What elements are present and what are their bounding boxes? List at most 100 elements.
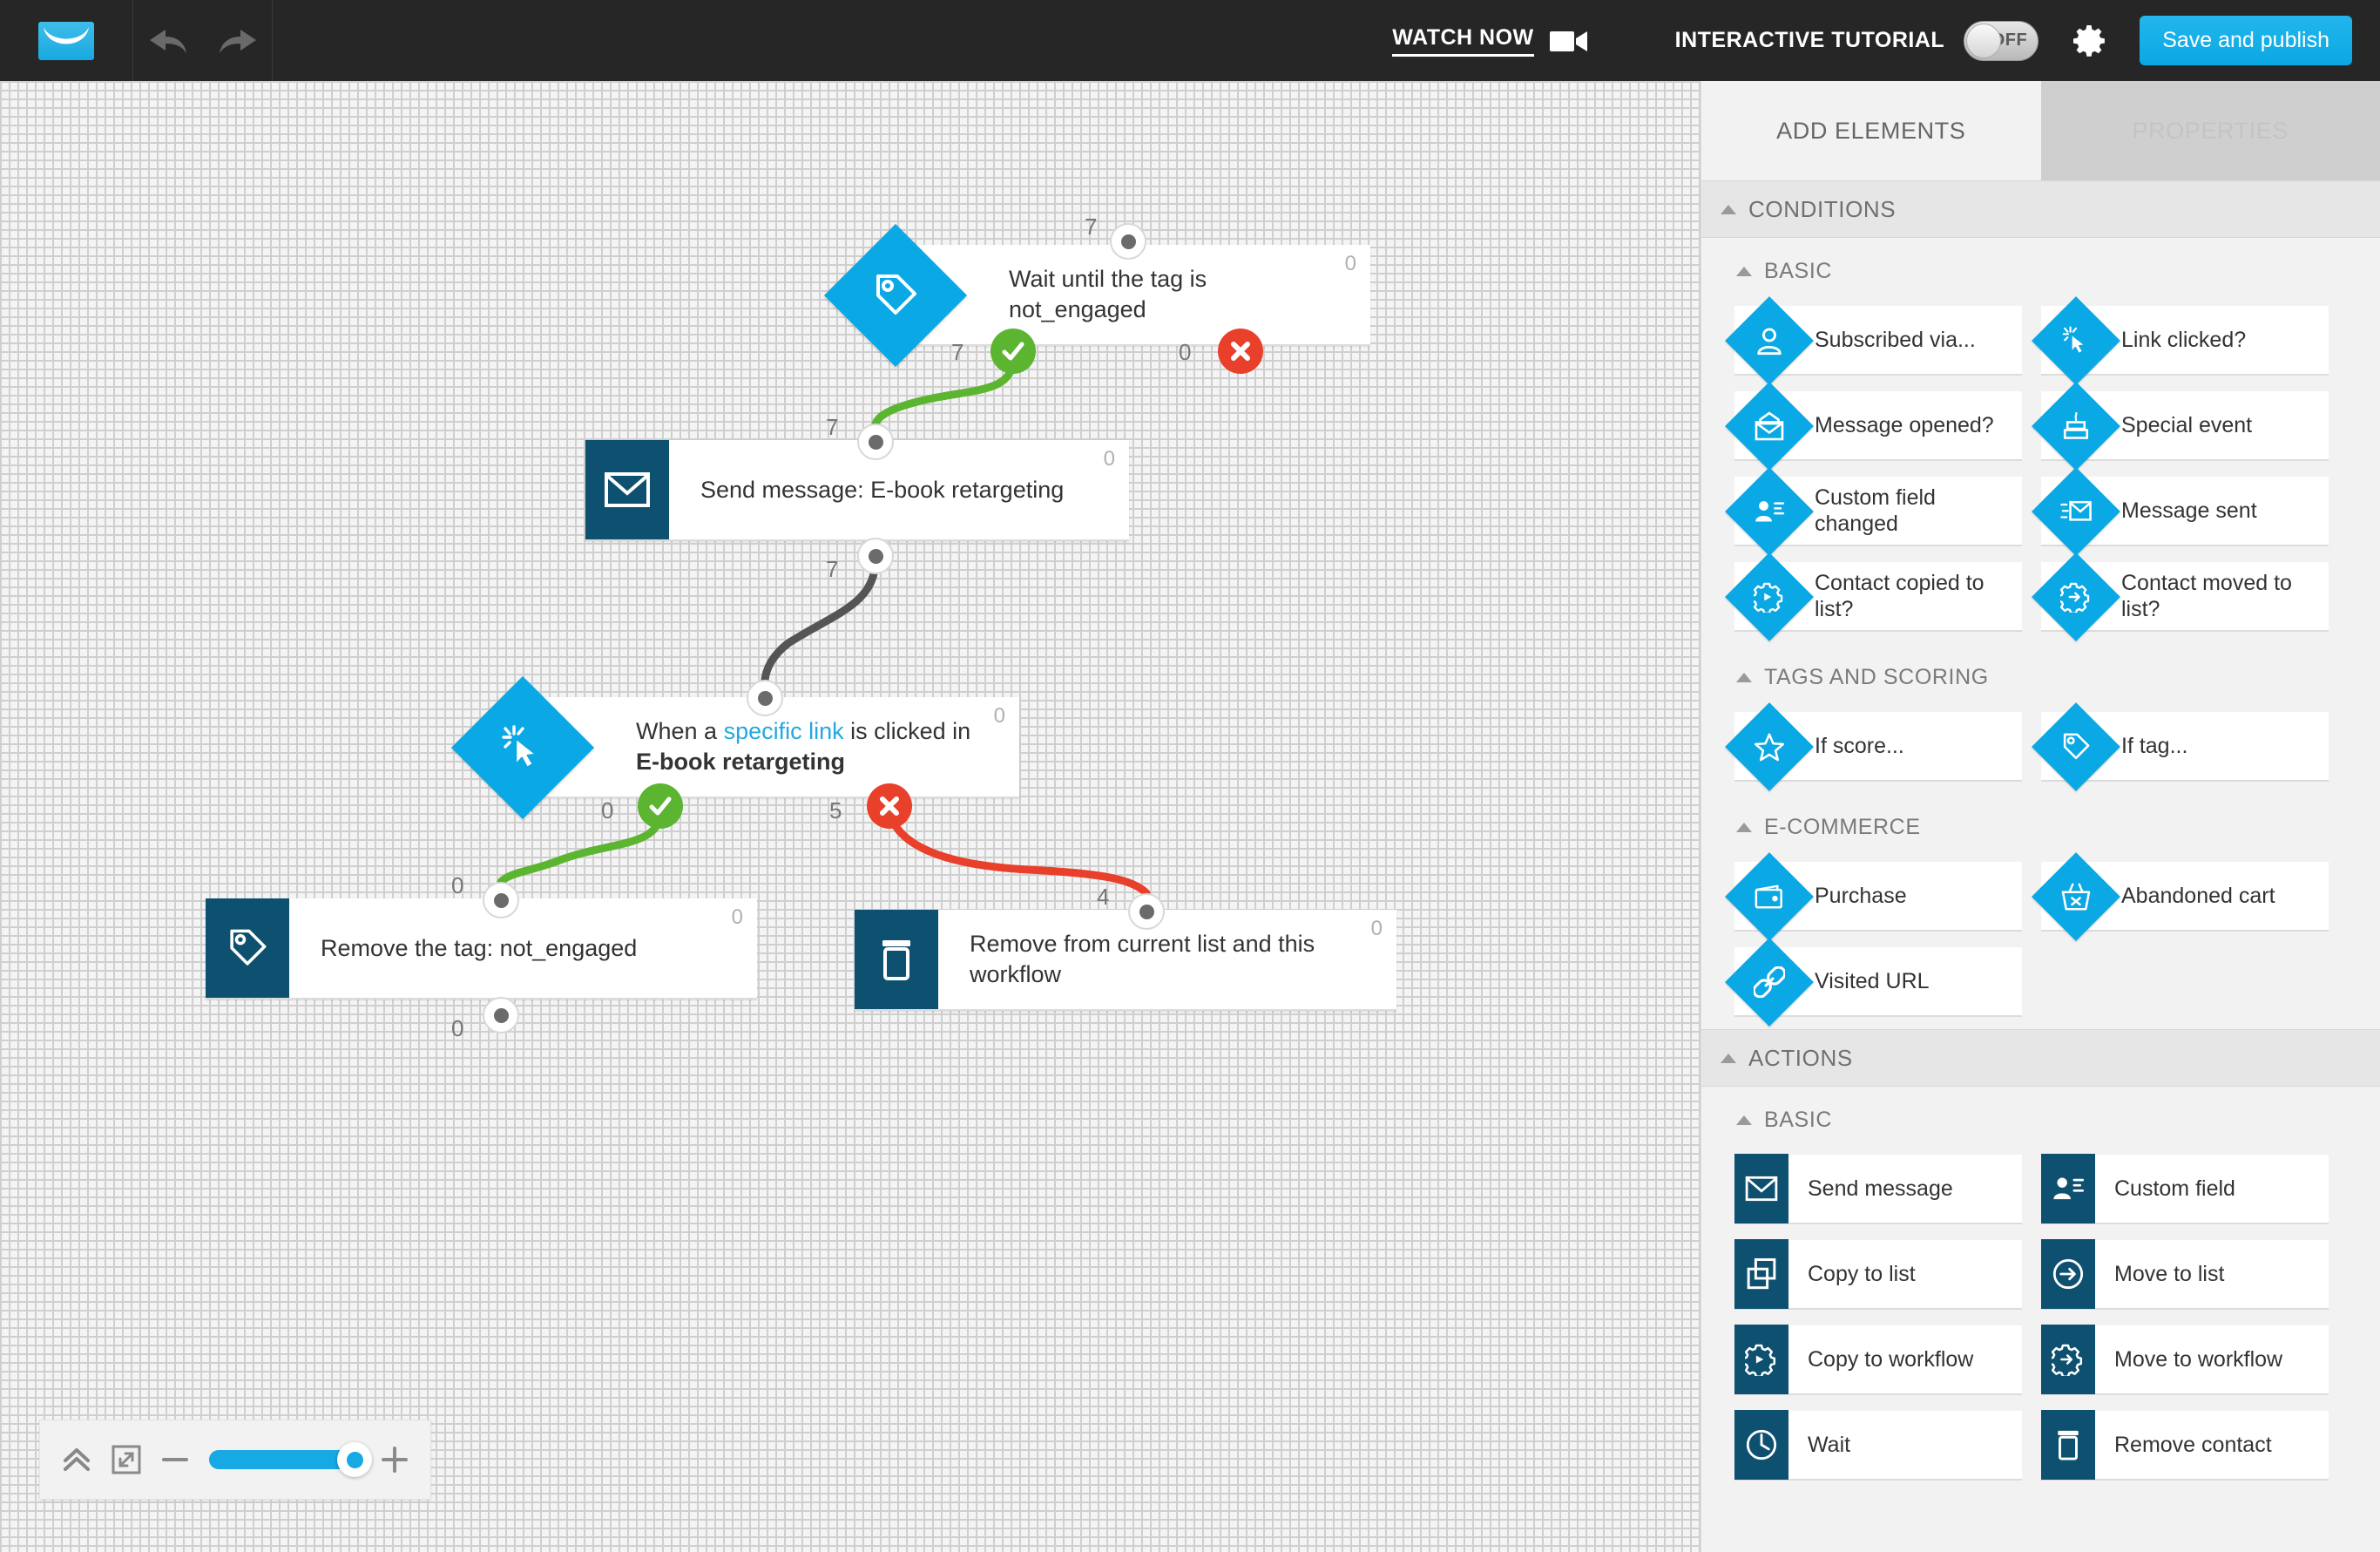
subsection-header-tags-and-scoring[interactable]: TAGS AND SCORING — [1701, 651, 2380, 703]
element-tile-contact-copied-to-list[interactable]: Contact copied to list? — [1725, 552, 2022, 641]
element-tile-message-opened[interactable]: Message opened? — [1725, 382, 2022, 471]
top-toolbar: WATCH NOW INTERACTIVE TUTORIAL OFF Save … — [0, 0, 2380, 81]
element-tile-label: Special event — [2121, 412, 2253, 437]
copy-icon — [1734, 1239, 1788, 1309]
node-label-part-3: is clicked in — [843, 718, 971, 745]
node-input-port[interactable] — [747, 680, 783, 716]
element-tile-move-to-list[interactable]: Move to list — [2041, 1239, 2329, 1310]
element-tile-label: Move to list — [2114, 1261, 2225, 1286]
element-tile-wait[interactable]: Wait — [1734, 1410, 2022, 1481]
element-tile-subscribed-via[interactable]: Subscribed via... — [1725, 296, 2022, 385]
edge-count-label: 7 — [826, 414, 839, 440]
element-tile-copy-to-list[interactable]: Copy to list — [1734, 1239, 2022, 1310]
element-tile-label: Message opened? — [1815, 412, 1994, 437]
grid-line-vertical — [612, 81, 613, 1552]
grid-line-vertical — [1521, 81, 1523, 1552]
workflow-node-remove-tag[interactable]: Remove the tag: not_engaged 0 — [206, 898, 757, 1000]
node-input-port[interactable] — [1128, 893, 1165, 930]
element-tile-copy-to-workflow[interactable]: Copy to workflow — [1734, 1325, 2022, 1395]
grid-line-vertical — [713, 81, 714, 1552]
subsection-header-basic[interactable]: BASIC — [1701, 245, 2380, 297]
tab-properties[interactable]: PROPERTIES — [2040, 81, 2380, 180]
no-branch-badge[interactable] — [867, 783, 912, 829]
node-output-port[interactable] — [483, 997, 519, 1034]
undo-arrow-icon[interactable] — [148, 26, 188, 56]
settings-gear-icon[interactable] — [2072, 24, 2106, 58]
element-tile-label: If tag... — [2121, 733, 2188, 758]
node-input-port[interactable] — [483, 882, 519, 918]
yes-branch-badge[interactable] — [991, 329, 1036, 374]
panel-scroll-area[interactable]: CONDITIONS BASIC Subscribed via... Link cli… — [1701, 180, 2380, 1552]
toggle-knob — [1966, 23, 2002, 58]
section-header-actions[interactable]: ACTIONS — [1701, 1029, 2380, 1087]
grid-line-horizontal — [0, 1118, 1700, 1120]
grid-line-horizontal — [0, 410, 1700, 412]
collapse-chevrons-icon[interactable] — [61, 1445, 92, 1474]
yes-branch-badge[interactable] — [638, 783, 683, 829]
workflow-node-remove-from-list[interactable]: Remove from current list and this workfl… — [855, 910, 1396, 1011]
element-tile-custom-field[interactable]: Custom field — [2041, 1154, 2329, 1224]
zoom-slider-knob[interactable] — [337, 1442, 372, 1477]
getresponse-logo[interactable] — [38, 21, 94, 60]
element-tile-message-sent[interactable]: Message sent — [2032, 467, 2329, 556]
grid-line-vertical — [106, 81, 108, 1552]
edge-count-label: 7 — [1085, 213, 1098, 240]
collapse-triangle-icon — [1736, 1115, 1752, 1125]
node-output-port[interactable] — [857, 538, 894, 574]
node-label: Send message: E-book retargeting — [700, 476, 1065, 503]
edge-count-label: 4 — [1097, 884, 1110, 910]
grid-line-horizontal — [0, 613, 1700, 614]
interactive-tutorial-toggle[interactable]: OFF — [1964, 20, 2039, 61]
subsection-header-basic[interactable]: BASIC — [1701, 1094, 2380, 1146]
cake-icon — [2032, 382, 2120, 471]
logo-cell[interactable] — [0, 0, 133, 81]
element-tile-label: Move to workflow — [2114, 1346, 2283, 1372]
elements-panel: ADD ELEMENTS PROPERTIES CONDITIONS BASIC S… — [1700, 81, 2380, 1552]
element-tile-if-score[interactable]: If score... — [1725, 702, 2022, 791]
workflow-canvas[interactable]: Wait until the tag is not_engaged 0 7 7 … — [0, 81, 1700, 1552]
video-camera-icon[interactable] — [1549, 28, 1588, 54]
element-tile-special-event[interactable]: Special event — [2032, 382, 2329, 471]
envelope-icon — [1734, 1154, 1788, 1223]
grid-line-horizontal — [0, 1522, 1700, 1524]
grid-line-vertical — [1622, 81, 1624, 1552]
zoom-slider[interactable] — [209, 1442, 372, 1477]
envelope-send-icon — [2032, 467, 2120, 556]
element-tile-purchase[interactable]: Purchase — [1725, 852, 2022, 941]
element-tile-link-clicked[interactable]: Link clicked? — [2032, 296, 2329, 385]
element-tile-move-to-workflow[interactable]: Move to workflow — [2041, 1325, 2329, 1395]
save-and-publish-button[interactable]: Save and publish — [2140, 16, 2352, 65]
grid-line-vertical — [814, 81, 815, 1552]
specific-link-text[interactable]: specific link — [724, 718, 844, 744]
workflow-node-send-message[interactable]: Send message: E-book retargeting 0 — [585, 440, 1129, 541]
element-tile-abandoned-cart[interactable]: Abandoned cart — [2032, 852, 2329, 941]
workflow-node-wait-tag[interactable]: Wait until the tag is not_engaged 0 — [823, 223, 1370, 368]
zoom-out-icon[interactable] — [160, 1455, 190, 1464]
fit-to-screen-icon[interactable] — [112, 1445, 141, 1474]
node-count: 0 — [1344, 252, 1356, 275]
gear-copy-icon — [1725, 552, 1814, 641]
node-input-port[interactable] — [1110, 223, 1146, 260]
tab-add-elements[interactable]: ADD ELEMENTS — [1701, 81, 2041, 180]
element-tile-visited-url[interactable]: Visited URL — [1725, 938, 2022, 1027]
watch-now-button[interactable]: WATCH NOW — [1392, 25, 1587, 57]
node-count: 0 — [993, 704, 1005, 728]
element-tile-custom-field-changed[interactable]: Custom field changed — [1725, 467, 2022, 556]
grid-line-vertical — [308, 81, 310, 1552]
redo-arrow-icon[interactable] — [218, 26, 258, 56]
node-label: Remove from current list and this workfl… — [970, 931, 1315, 987]
element-tile-send-message[interactable]: Send message — [1734, 1154, 2022, 1224]
grid-line-horizontal — [0, 1017, 1700, 1019]
zoom-in-icon[interactable] — [380, 1445, 409, 1474]
no-branch-badge[interactable] — [1218, 329, 1263, 374]
element-tile-remove-contact[interactable]: Remove contact — [2041, 1410, 2329, 1481]
element-tile-if-tag[interactable]: If tag... — [2032, 702, 2329, 791]
node-count: 0 — [1370, 917, 1383, 940]
section-header-conditions[interactable]: CONDITIONS — [1701, 180, 2380, 238]
element-tile-label: Copy to workflow — [1808, 1346, 1974, 1372]
node-input-port[interactable] — [857, 424, 894, 460]
element-tile-contact-moved-to-list[interactable]: Contact moved to list? — [2032, 552, 2329, 641]
subsection-header-e-commerce[interactable]: E-COMMERCE — [1701, 801, 2380, 853]
trash-icon — [2041, 1410, 2095, 1480]
open-envelope-icon — [1725, 382, 1814, 471]
